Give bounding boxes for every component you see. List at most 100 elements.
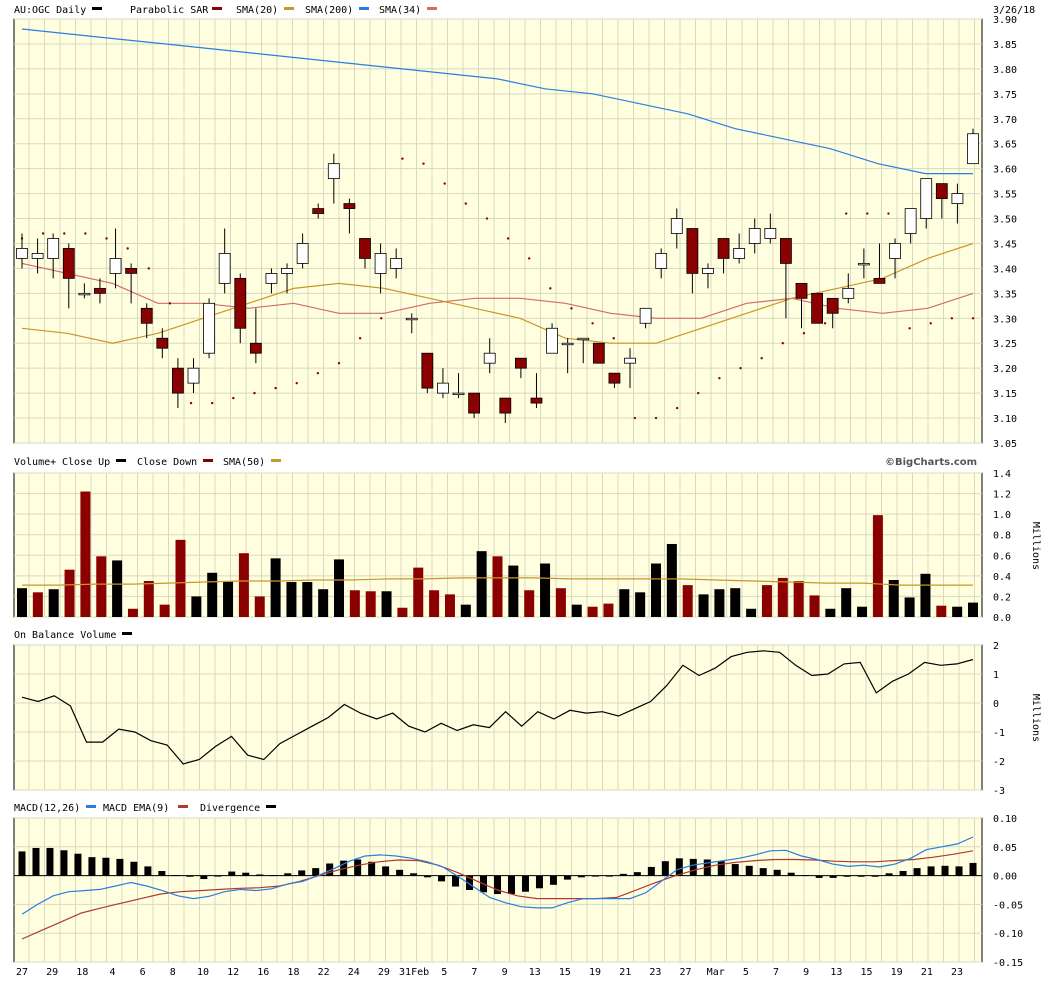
x-tick-label: 22 bbox=[318, 967, 330, 978]
obv-unit-label: Millions bbox=[1030, 694, 1041, 742]
divergence-bar bbox=[899, 870, 907, 876]
divergence-bar bbox=[424, 875, 432, 878]
x-tick-label: 27 bbox=[680, 967, 692, 978]
sar-dot bbox=[739, 366, 742, 370]
volume-bar-down bbox=[809, 595, 820, 617]
divergence-bar bbox=[228, 871, 236, 876]
x-tick-label: 27 bbox=[16, 967, 28, 978]
x-axis-labels: 27 29 18 4 6 8 10 12 16 18 22 24 29 31Feb 5 7 9 13 15 19 21 2… bbox=[16, 967, 963, 978]
divergence-bar bbox=[382, 866, 390, 876]
legend-sar-swatch bbox=[212, 7, 222, 10]
price-header: AU:OGC Daily Parabolic SAR SMA(20) SMA(2… bbox=[14, 5, 1035, 16]
candle-down bbox=[140, 307, 153, 324]
divergence-bar bbox=[843, 875, 851, 877]
volume-bar-up bbox=[651, 563, 661, 617]
candle-down bbox=[780, 238, 792, 264]
volume-bar-down bbox=[254, 596, 265, 617]
volume-bar-down bbox=[444, 594, 455, 617]
volume-bar-down bbox=[397, 607, 408, 617]
volume-bar-up bbox=[666, 543, 677, 617]
volume-axis-tick-label: 1.2 bbox=[993, 490, 1011, 501]
candle-down bbox=[811, 292, 823, 324]
candle-up bbox=[374, 253, 387, 274]
candle-down bbox=[826, 297, 839, 314]
divergence-bar bbox=[787, 872, 795, 876]
candle-down bbox=[717, 238, 730, 259]
divergence-bar bbox=[773, 869, 781, 876]
x-tick-label: 8 bbox=[170, 967, 176, 978]
volume-bar-up bbox=[191, 596, 202, 617]
volume-bar-down bbox=[365, 591, 376, 617]
macd-divergence-label: Divergence bbox=[200, 803, 260, 814]
divergence-bar bbox=[563, 875, 571, 880]
divergence-bar bbox=[535, 875, 543, 889]
volume-bar-up bbox=[714, 589, 725, 617]
x-tick-label: 21 bbox=[619, 967, 631, 978]
sar-dot bbox=[380, 317, 383, 320]
candle-up bbox=[187, 367, 200, 384]
price-panel: 3.05 3.10 3.15 3.20 3.25 3.30 3.35 3.40 3.45 3.50… bbox=[13, 15, 1017, 450]
x-tick-label: 12 bbox=[227, 967, 239, 978]
volume-bar-up bbox=[857, 606, 868, 617]
sar-dot bbox=[41, 232, 45, 235]
volume-bar-up bbox=[841, 588, 852, 617]
divergence-bar bbox=[88, 857, 96, 876]
macd-ema-label: MACD EMA(9) bbox=[103, 803, 169, 814]
candle-up bbox=[78, 292, 91, 296]
divergence-bar bbox=[857, 875, 865, 877]
volume-bar-up bbox=[571, 604, 582, 617]
macd-header: MACD(12,26) MACD EMA(9) Divergence bbox=[14, 803, 276, 814]
volume-bar-up bbox=[460, 604, 471, 617]
price-axis-tick-label: 3.75 bbox=[993, 90, 1017, 101]
x-tick-label: 10 bbox=[197, 967, 209, 978]
candle-up bbox=[281, 268, 293, 274]
volume-bar-up bbox=[381, 591, 392, 617]
watermark: ©BigCharts.com bbox=[885, 457, 977, 468]
candle-up bbox=[577, 337, 590, 341]
volume-axis-tick-label: 0.8 bbox=[993, 531, 1011, 542]
sar-dot bbox=[528, 257, 531, 260]
volume-bar-down bbox=[127, 608, 138, 617]
macd-axis-tick-label: 0.05 bbox=[993, 843, 1017, 854]
x-tick-label: 15 bbox=[559, 967, 571, 978]
sar-dot bbox=[908, 327, 911, 330]
x-tick-label: 7 bbox=[773, 967, 779, 978]
chart-root: AU:OGC Daily Parabolic SAR SMA(20) SMA(2… bbox=[0, 0, 1045, 981]
symbol-label: AU:OGC Daily bbox=[14, 5, 86, 16]
divergence-bar bbox=[661, 861, 669, 876]
volume-header: Volume+ Close Up Close Down SMA(50) ©Big… bbox=[14, 457, 977, 468]
volume-bar-down bbox=[793, 581, 804, 617]
x-tick-label: 5 bbox=[441, 967, 447, 978]
candle-down bbox=[530, 397, 543, 404]
candle-up bbox=[655, 253, 668, 269]
candle-up bbox=[624, 357, 636, 364]
macd-divergence-swatch bbox=[266, 805, 276, 808]
volume-legend-up-label: Close Up bbox=[62, 457, 110, 468]
x-tick-label: 16 bbox=[257, 967, 269, 978]
volume-bar-down bbox=[872, 515, 883, 617]
obv-panel-background bbox=[13, 644, 983, 791]
candle-up bbox=[951, 193, 964, 204]
candle-down bbox=[312, 208, 325, 214]
candle-up bbox=[31, 253, 44, 259]
volume-bar-down bbox=[587, 606, 598, 617]
price-axis-tick-label: 3.80 bbox=[993, 65, 1017, 76]
divergence-bar bbox=[102, 857, 110, 876]
x-tick-label: 18 bbox=[76, 967, 88, 978]
candle-up bbox=[390, 258, 403, 269]
candle-up bbox=[842, 287, 855, 299]
candle-down bbox=[359, 238, 371, 259]
volume-bar-down bbox=[777, 577, 788, 617]
price-axis-tick-label: 3.50 bbox=[993, 215, 1017, 226]
macd-title: MACD(12,26) bbox=[14, 803, 80, 814]
x-tick-label: Mar bbox=[707, 967, 725, 978]
volume-bar-up bbox=[904, 597, 915, 617]
sar-dot bbox=[823, 322, 827, 325]
volume-unit-label: Millions bbox=[1030, 522, 1041, 570]
sar-dot bbox=[718, 376, 721, 380]
candle-up bbox=[47, 238, 60, 259]
divergence-bar bbox=[955, 866, 963, 876]
x-tick-label: 19 bbox=[891, 967, 903, 978]
divergence-bar bbox=[74, 853, 82, 876]
price-axis-tick-label: 3.60 bbox=[993, 165, 1017, 176]
